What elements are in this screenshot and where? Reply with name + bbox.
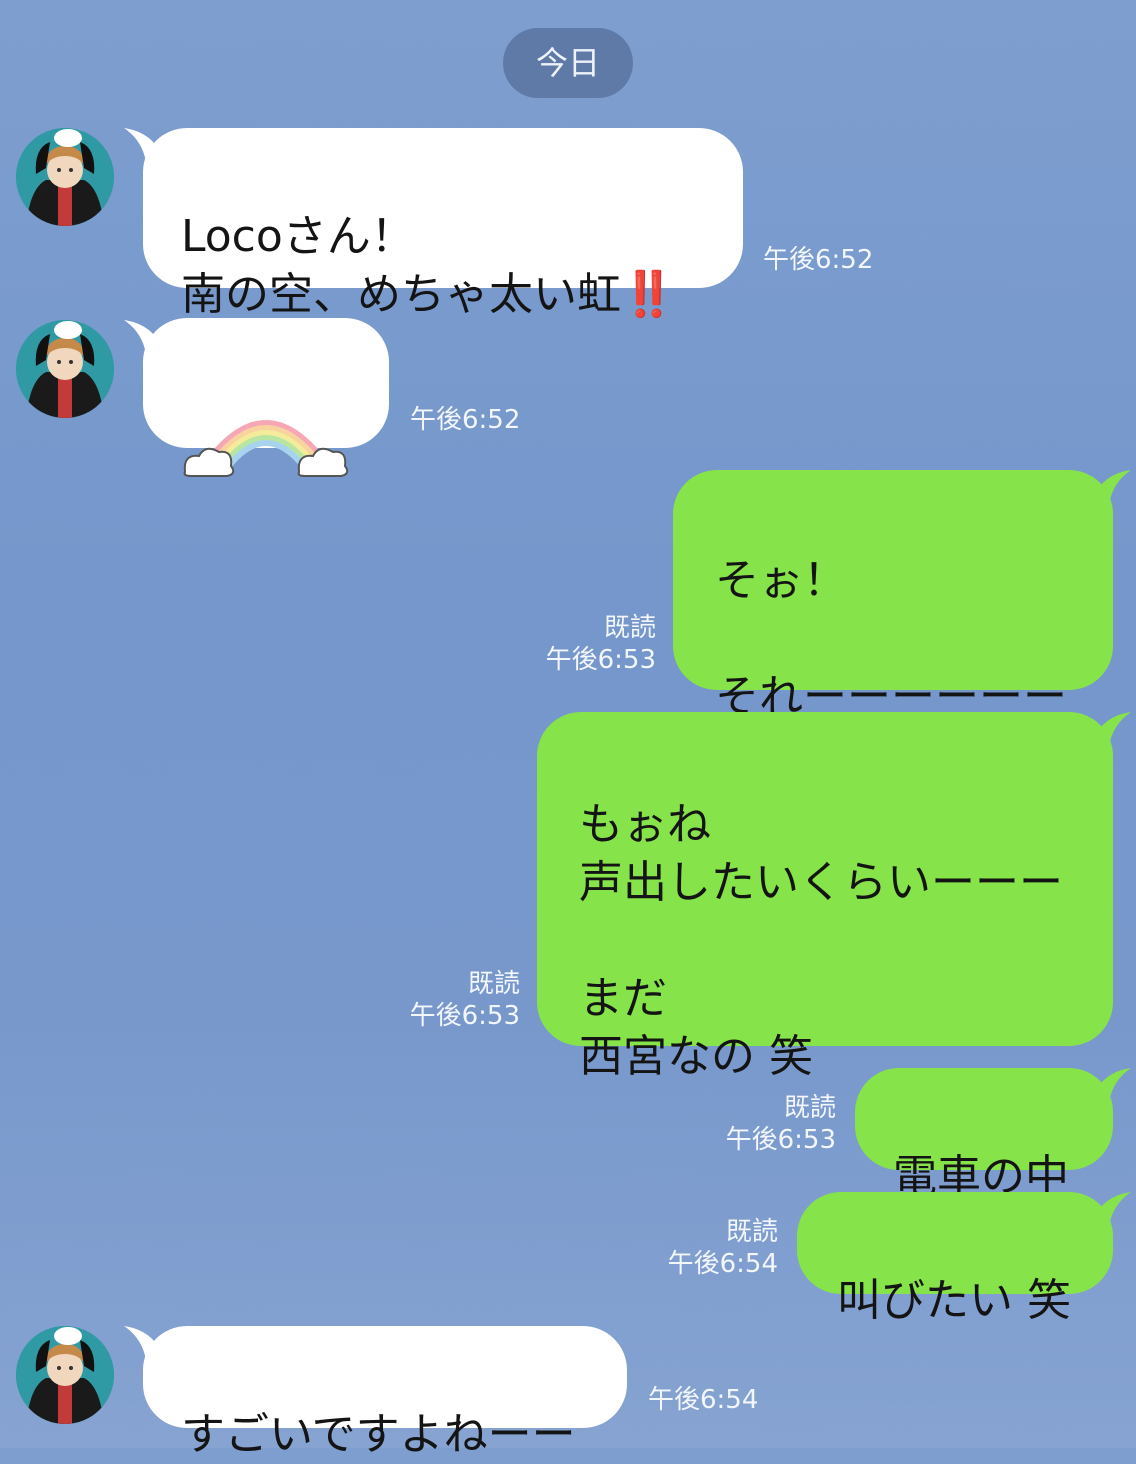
message-bubble[interactable]: そぉ！ それーーーーーー bbox=[673, 470, 1113, 722]
message-text: もぉね 声出したいくらいーーー まだ 西宮なの 笑 bbox=[579, 799, 1063, 1082]
message-bubble[interactable]: もぉね 声出したいくらいーーー まだ 西宮なの 笑 bbox=[537, 712, 1113, 1082]
message-time: 午後6:54 bbox=[648, 1385, 759, 1415]
message-status: 既読 午後6:54 bbox=[667, 1217, 778, 1279]
message-status: 既読 午後6:53 bbox=[409, 969, 520, 1031]
message-text: Locoさん！ 南の空、めちゃ太い虹 bbox=[181, 211, 621, 320]
sender-avatar[interactable] bbox=[16, 128, 114, 226]
sticker-bubble[interactable] bbox=[143, 318, 389, 477]
message-bubble[interactable]: Locoさん！ 南の空、めちゃ太い虹‼️ bbox=[143, 128, 743, 320]
bubble-tail bbox=[1093, 1068, 1131, 1102]
user-avatar-icon bbox=[16, 128, 114, 226]
sender-avatar[interactable] bbox=[16, 320, 114, 418]
sender-avatar[interactable] bbox=[16, 1326, 114, 1424]
bubble-tail bbox=[1093, 1192, 1131, 1226]
message-status: 既読 午後6:53 bbox=[725, 1093, 836, 1155]
message-text: すごいですよねーー bbox=[181, 1409, 576, 1460]
user-avatar-icon bbox=[16, 320, 114, 418]
double-exclamation-icon: ‼️ bbox=[621, 269, 676, 320]
message-bubble[interactable]: 電車の中 bbox=[855, 1068, 1113, 1202]
user-avatar-icon bbox=[16, 1326, 114, 1424]
bubble-tail bbox=[1093, 470, 1131, 504]
bubble-tail bbox=[1093, 712, 1131, 746]
rainbow-icon bbox=[183, 420, 349, 477]
message-text: そぉ！ それーーーーーー bbox=[715, 555, 1067, 722]
message-text: 叫びたい 笑 bbox=[837, 1275, 1071, 1326]
message-bubble[interactable]: 叫びたい 笑 bbox=[797, 1192, 1113, 1326]
message-time: 午後6:52 bbox=[763, 245, 874, 275]
message-time: 午後6:52 bbox=[410, 405, 521, 435]
message-bubble[interactable]: すごいですよねーー bbox=[143, 1326, 627, 1460]
date-separator: 今日 bbox=[503, 28, 633, 98]
message-status: 既読 午後6:53 bbox=[545, 613, 656, 675]
